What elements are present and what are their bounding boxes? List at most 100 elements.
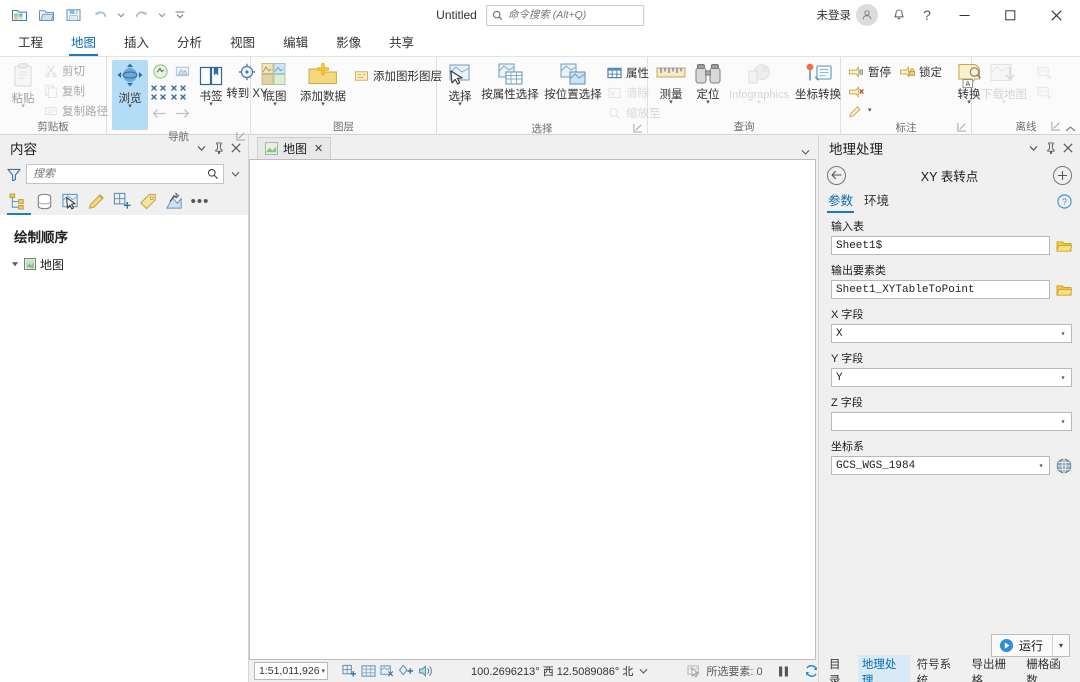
download-map-caret-icon[interactable]: ▾	[1002, 99, 1006, 106]
tab-geoprocessing[interactable]: 地理处理	[857, 655, 910, 682]
basemap-button[interactable]: 底图 ▾	[256, 60, 294, 108]
ribbon-tab-insert[interactable]: 插入	[110, 31, 163, 56]
add-data-caret-icon[interactable]: ▾	[321, 101, 325, 108]
new-project-icon[interactable]	[6, 3, 32, 27]
close-button[interactable]	[1034, 0, 1078, 31]
chevron-down-icon[interactable]: ▾	[1034, 461, 1048, 471]
grid-icon[interactable]	[361, 662, 376, 680]
ribbon-tab-share[interactable]: 共享	[375, 31, 428, 56]
label-style-button[interactable]: ▾	[846, 102, 896, 121]
next-extent-arrow-icon[interactable]	[175, 108, 191, 119]
cut-button[interactable]: 剪切	[42, 61, 113, 80]
paste-caret-icon[interactable]: ▾	[21, 103, 25, 110]
browse-folder-icon[interactable]	[1055, 281, 1072, 298]
labeling-dialog-launcher-icon[interactable]	[957, 122, 968, 133]
undo-dropdown-icon[interactable]	[114, 3, 127, 27]
list-by-data-source-icon[interactable]	[32, 189, 56, 213]
measure-button[interactable]: 测量 ▾	[653, 60, 689, 106]
ribbon-tab-view[interactable]: 视图	[216, 31, 269, 56]
run-options-caret-icon[interactable]: ▾	[1052, 634, 1069, 656]
remove-offline-map-button[interactable]	[1034, 83, 1058, 102]
run-button[interactable]: 运行 ▾	[990, 633, 1070, 657]
redo-icon[interactable]	[128, 3, 154, 27]
previous-extent-button[interactable]	[173, 62, 192, 81]
coordinate-format-caret-icon[interactable]	[639, 662, 648, 680]
chevron-down-icon[interactable]: ▾	[1056, 417, 1070, 427]
explore-caret-icon[interactable]: ▾	[128, 103, 132, 110]
select-by-attributes-button[interactable]: 按属性选择	[479, 60, 541, 101]
list-item[interactable]: 地图	[0, 254, 248, 274]
ribbon-tab-imagery[interactable]: 影像	[322, 31, 375, 56]
map-tab[interactable]: 地图 ✕	[257, 137, 332, 159]
measure-status-icon[interactable]	[380, 662, 395, 680]
x-field-dropdown[interactable]: X ▾	[831, 324, 1072, 343]
list-by-snapping-icon[interactable]	[110, 189, 134, 213]
bookmarks-button[interactable]: 书签 ▾	[194, 60, 228, 108]
list-by-diagram-icon[interactable]	[162, 189, 186, 213]
speaker-icon[interactable]	[418, 662, 433, 680]
copy-path-button[interactable]: 复制路径	[42, 101, 113, 120]
back-button[interactable]	[827, 165, 846, 185]
full-extent-button[interactable]	[151, 62, 170, 81]
label-style-caret-icon[interactable]: ▾	[868, 107, 872, 114]
pause-labeling-button[interactable]: 暂停	[846, 62, 896, 81]
list-by-editing-icon[interactable]	[84, 189, 108, 213]
explore-button[interactable]: 浏览 ▾	[112, 60, 148, 130]
add-to-favorites-button[interactable]	[1053, 165, 1072, 185]
infographics-caret-icon[interactable]: ▾	[757, 99, 761, 106]
command-search-box[interactable]	[485, 4, 644, 26]
search-options-caret-icon[interactable]	[229, 171, 242, 177]
command-search-input[interactable]	[507, 9, 638, 21]
offline-dialog-launcher-icon[interactable]	[1051, 121, 1062, 132]
geoprocessing-pin-icon[interactable]	[1042, 139, 1059, 157]
coordinate-conversion-button[interactable]: 坐标转换	[792, 60, 844, 101]
download-map-button[interactable]: 下载地图 ▾	[977, 60, 1031, 106]
select-button[interactable]: 选择 ▾	[442, 60, 478, 108]
browse-folder-icon[interactable]	[1055, 237, 1072, 254]
tab-export-raster[interactable]: 导出栅格	[967, 655, 1019, 682]
tab-catalog[interactable]: 目录	[825, 655, 855, 682]
map-tab-close-icon[interactable]: ✕	[314, 142, 323, 155]
refresh-icon[interactable]	[804, 662, 819, 680]
chevron-down-icon[interactable]: ▾	[1056, 373, 1070, 383]
tab-raster-functions[interactable]: 栅格函数	[1022, 655, 1074, 682]
z-field-dropdown[interactable]: ▾	[831, 412, 1072, 431]
list-by-labeling-icon[interactable]	[136, 189, 160, 213]
locate-button[interactable]: 定位 ▾	[690, 60, 726, 106]
input-table-field[interactable]: Sheet1$	[831, 236, 1050, 255]
avatar[interactable]	[856, 4, 878, 26]
contents-search-box[interactable]	[26, 164, 224, 184]
sync-map-button[interactable]	[1034, 63, 1058, 82]
notifications-icon[interactable]	[886, 2, 912, 28]
ribbon-tab-analysis[interactable]: 分析	[163, 31, 216, 56]
geoprocessing-menu-icon[interactable]	[1025, 139, 1042, 157]
scale-caret-icon[interactable]: ▾	[320, 667, 326, 675]
add-point-icon[interactable]	[399, 662, 414, 680]
customize-qat-icon[interactable]	[169, 3, 191, 27]
map-tabs-overflow-icon[interactable]	[801, 149, 810, 155]
globe-icon[interactable]	[1055, 457, 1072, 474]
basemap-caret-icon[interactable]: ▾	[273, 101, 277, 108]
add-data-button[interactable]: 添加数据 ▾	[297, 60, 349, 108]
contents-more-icon[interactable]: •••	[188, 189, 212, 213]
ribbon-tab-project[interactable]: 工程	[4, 31, 57, 56]
help-icon[interactable]: ?	[914, 2, 940, 28]
map-canvas[interactable]	[249, 159, 816, 660]
open-project-icon[interactable]	[33, 3, 59, 27]
previous-extent-arrow-icon[interactable]	[151, 108, 167, 119]
tab-symbology[interactable]: 符号系统	[913, 655, 965, 682]
map-scale-selector[interactable]: 1:51,011,926 ▾	[254, 662, 329, 680]
locate-caret-icon[interactable]: ▾	[706, 99, 710, 106]
list-by-selection-icon[interactable]	[58, 189, 82, 213]
tab-parameters[interactable]: 参数	[827, 190, 855, 213]
expand-arrow-icon[interactable]	[10, 260, 20, 268]
bookmarks-caret-icon[interactable]: ▾	[209, 101, 213, 108]
convert-labels-caret-icon[interactable]: ▾	[967, 99, 971, 106]
navigate-dialog-launcher-icon[interactable]	[236, 131, 247, 142]
tool-help-icon[interactable]: ?	[1057, 194, 1072, 209]
select-by-location-button[interactable]: 按位置选择	[542, 60, 604, 101]
contents-search-input[interactable]	[33, 168, 205, 180]
infographics-button[interactable]: Infographics ▾	[727, 60, 791, 106]
layer-visibility-checkbox[interactable]	[24, 258, 36, 270]
clear-labels-button[interactable]	[846, 82, 896, 101]
